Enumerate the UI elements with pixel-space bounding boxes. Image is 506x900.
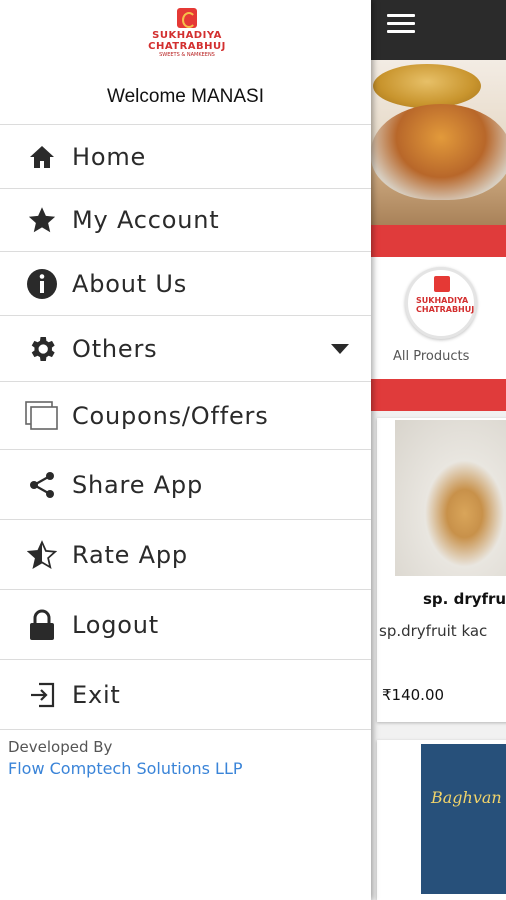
mixture-bowl-image	[371, 104, 506, 200]
product-description: sp.dryfruit kac	[379, 622, 488, 640]
info-icon	[25, 267, 59, 301]
menu-item-label: Rate App	[72, 540, 188, 569]
menu-item-home[interactable]: Home	[0, 124, 371, 188]
drawer-header: SUKHADIYA CHATRABHUJ SWEETS & NAMKEENS W…	[0, 0, 371, 124]
brand-name-line1: SUKHADIYA	[152, 30, 222, 41]
menu-item-label: My Account	[72, 206, 220, 234]
menu-item-label: Home	[72, 142, 147, 171]
brand-logo: SUKHADIYA CHATRABHUJ SWEETS & NAMKEENS	[140, 8, 234, 70]
section-divider	[371, 225, 506, 257]
product-price: ₹140.00	[382, 686, 445, 704]
menu-icon[interactable]	[387, 14, 415, 36]
menu-item-logout[interactable]: Logout	[0, 589, 371, 659]
developer-credit: Developed By Flow Comptech Solutions LLP	[8, 736, 243, 780]
menu-item-my-account[interactable]: My Account	[0, 188, 371, 251]
menu-item-coupons-offers[interactable]: Coupons/Offers	[0, 381, 371, 449]
product-image	[395, 420, 506, 576]
menu-item-about-us[interactable]: About Us	[0, 251, 371, 315]
menu-item-label: Share App	[72, 470, 203, 499]
home-icon	[25, 140, 59, 174]
brand-mark-icon	[434, 276, 450, 292]
namkeen-bowl-image	[373, 64, 481, 108]
menu-item-others[interactable]: Others	[0, 315, 371, 381]
drawer-menu: Home My Account About Us Others Coupons/…	[0, 124, 371, 730]
category-all-products-logo[interactable]: SUKHADIYA CHATRABHUJ	[405, 267, 477, 339]
lock-icon	[25, 608, 59, 642]
product-card[interactable]: Baghvan	[377, 740, 506, 900]
star-half-icon	[25, 538, 59, 572]
menu-item-label: About Us	[72, 269, 188, 298]
product-card[interactable]: sp. dryfruit sp.dryfruit kac ₹140.00	[377, 418, 506, 722]
gear-icon	[25, 332, 59, 366]
menu-item-label: Exit	[72, 680, 121, 709]
section-divider	[371, 379, 506, 411]
product-image-title: Baghvan	[431, 788, 502, 807]
welcome-text: Welcome MANASI	[107, 86, 264, 107]
coupons-icon	[25, 399, 59, 433]
brand-mark-icon	[177, 8, 197, 28]
menu-item-rate-app[interactable]: Rate App	[0, 519, 371, 589]
category-logo-line1: SUKHADIYA	[416, 296, 469, 305]
share-icon	[25, 468, 59, 502]
chevron-down-icon[interactable]	[331, 343, 349, 354]
menu-item-exit[interactable]: Exit	[0, 659, 371, 729]
developed-by-label: Developed By	[8, 738, 113, 756]
menu-item-share-app[interactable]: Share App	[0, 449, 371, 519]
product-image: Baghvan	[421, 744, 506, 894]
navigation-drawer: SUKHADIYA CHATRABHUJ SWEETS & NAMKEENS W…	[0, 0, 371, 900]
brand-tagline: SWEETS & NAMKEENS	[159, 52, 215, 58]
category-strip: SUKHADIYA CHATRABHUJ All Products	[371, 257, 506, 379]
category-label[interactable]: All Products	[393, 349, 469, 364]
exit-icon	[25, 678, 59, 712]
product-name: sp. dryfruit	[423, 590, 506, 608]
menu-item-label: Coupons/Offers	[72, 401, 269, 430]
brand-name-line2: CHATRABHUJ	[148, 41, 226, 52]
developer-link[interactable]: Flow Comptech Solutions LLP	[8, 758, 243, 780]
promo-banner[interactable]	[371, 60, 506, 225]
menu-item-label: Others	[72, 334, 158, 363]
category-logo-line2: CHATRABHUJ	[416, 305, 475, 314]
menu-item-label: Logout	[72, 610, 159, 639]
menu-divider	[0, 729, 371, 730]
star-icon	[25, 203, 59, 237]
